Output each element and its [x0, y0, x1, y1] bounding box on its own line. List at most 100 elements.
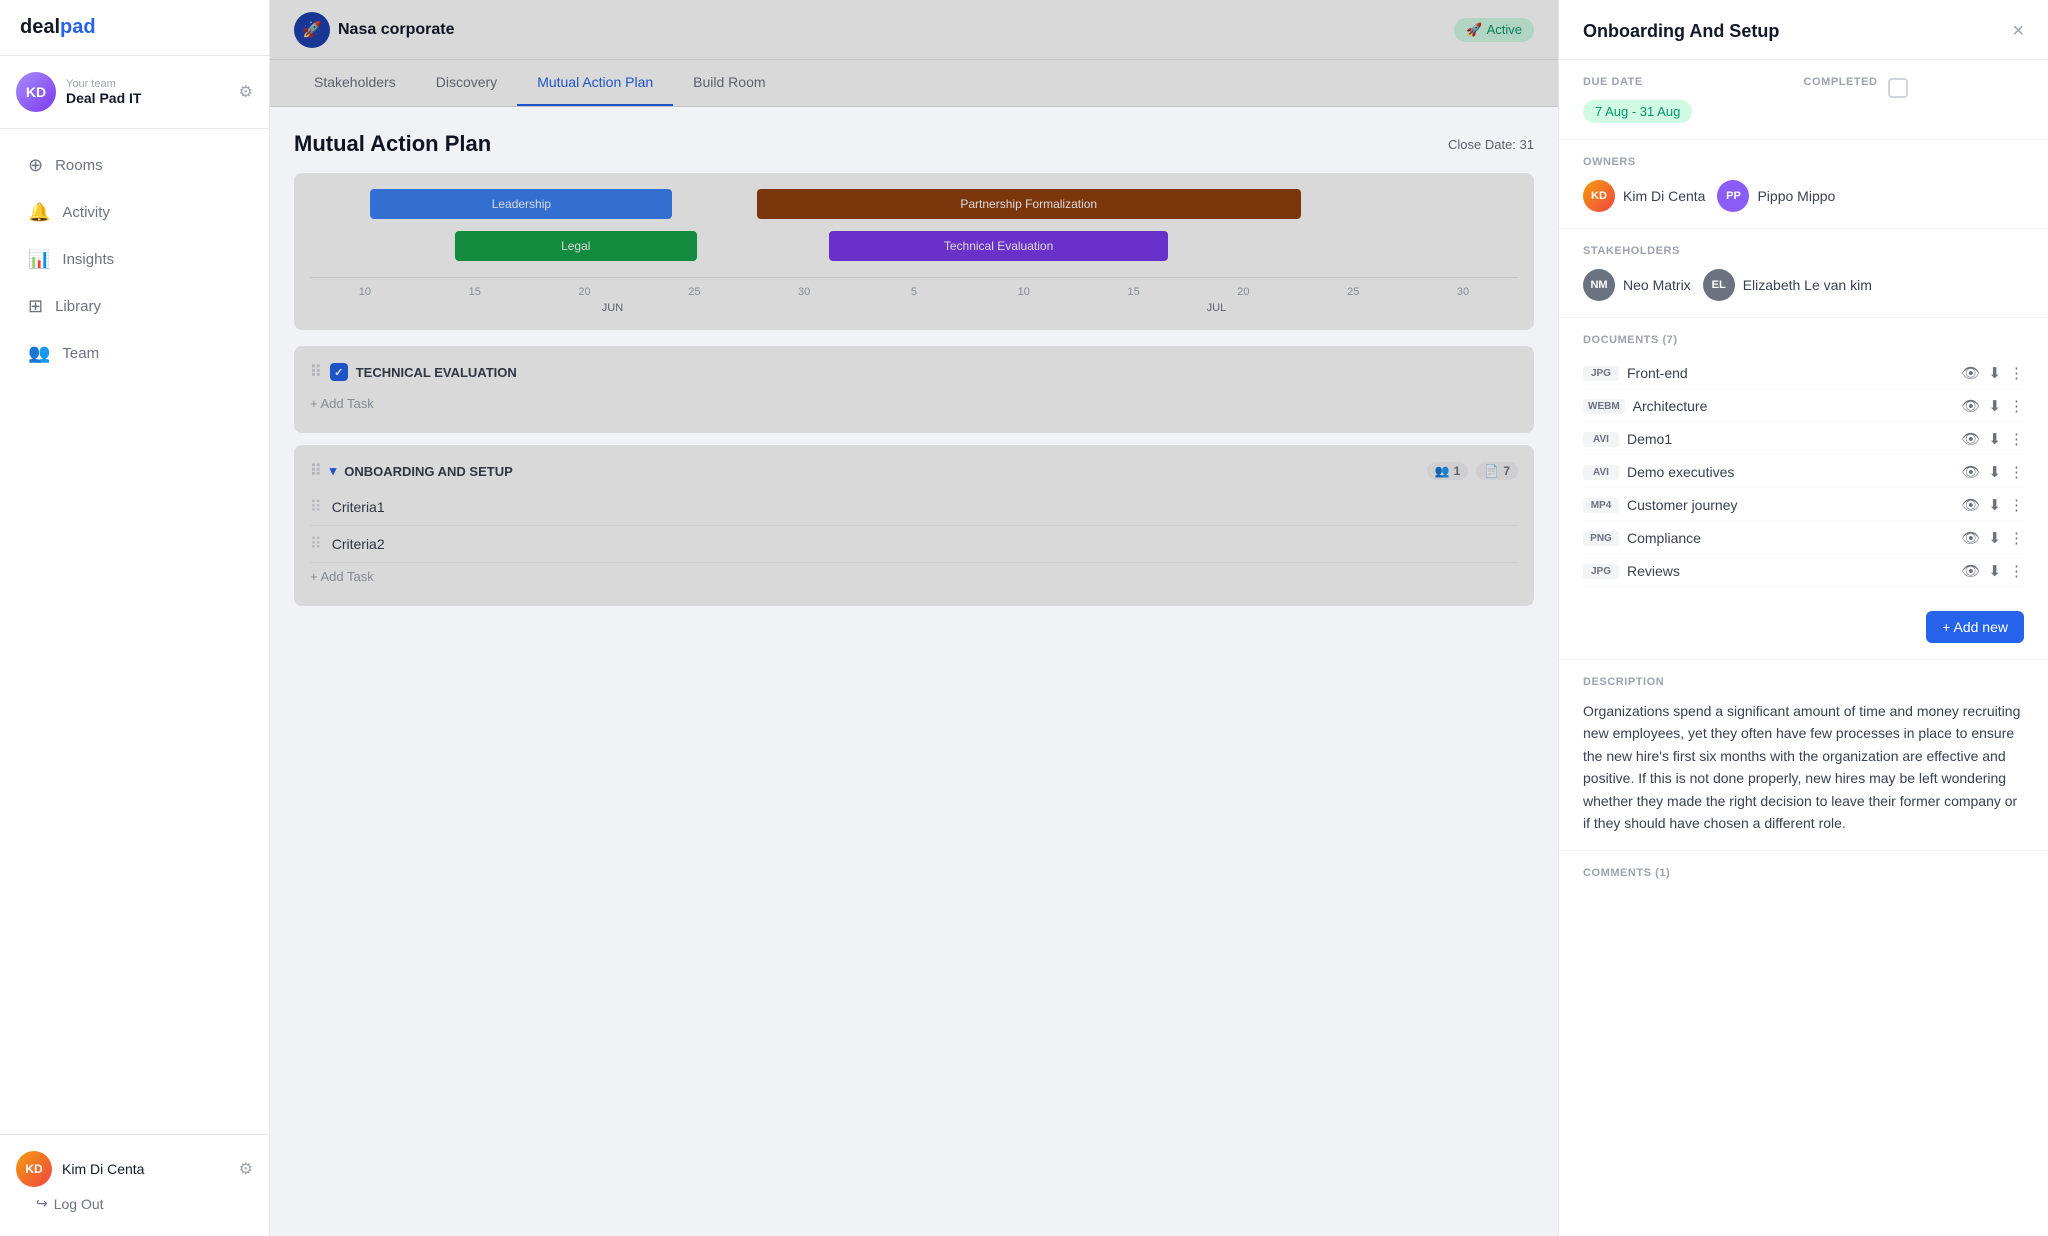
- download-icon[interactable]: ⬇: [1988, 397, 2001, 415]
- sidebar-item-label: Team: [62, 345, 99, 362]
- org-name: Nasa corporate: [338, 21, 455, 39]
- sidebar-item-label: Library: [55, 298, 101, 315]
- download-icon[interactable]: ⬇: [1988, 562, 2001, 580]
- doc-row-architecture: WEBM Architecture 👁 ⬇ ⋮: [1583, 391, 2024, 422]
- more-icon[interactable]: ⋮: [2009, 496, 2024, 514]
- expand-icon[interactable]: ▾: [330, 463, 337, 479]
- topbar: 🚀 Nasa corporate 🚀 Active: [270, 0, 1558, 60]
- documents-label: DOCUMENTS (7): [1583, 334, 2024, 346]
- library-icon: ⊞: [28, 296, 43, 317]
- bar-label: Leadership: [492, 197, 551, 211]
- gantt-bar-technical[interactable]: Technical Evaluation: [829, 231, 1167, 261]
- download-icon[interactable]: ⬇: [1988, 529, 2001, 547]
- doc-type: AVI: [1583, 465, 1619, 480]
- more-icon[interactable]: ⋮: [2009, 562, 2024, 580]
- completed-checkbox[interactable]: [1888, 78, 1908, 98]
- map-header: Mutual Action Plan Close Date: 31: [294, 131, 1534, 157]
- view-icon[interactable]: 👁: [1961, 364, 1980, 382]
- onboarding-title: ONBOARDING AND SETUP: [344, 464, 513, 479]
- add-new-button[interactable]: + Add new: [1926, 611, 2024, 643]
- view-icon[interactable]: 👁: [1961, 397, 1980, 415]
- tab-discovery[interactable]: Discovery: [416, 60, 517, 106]
- docs-icon: 📄: [1484, 464, 1499, 478]
- map-title: Mutual Action Plan: [294, 131, 491, 157]
- doc-row-reviews: JPG Reviews 👁 ⬇ ⋮: [1583, 556, 2024, 587]
- owners-list: KD Kim Di Centa PP Pippo Mippo: [1583, 180, 2024, 212]
- due-date-label: DUE DATE: [1583, 76, 1804, 88]
- tab-build-room[interactable]: Build Room: [673, 60, 785, 106]
- more-icon[interactable]: ⋮: [2009, 430, 2024, 448]
- download-icon[interactable]: ⬇: [1988, 430, 2001, 448]
- team-avatar: KD: [16, 72, 56, 112]
- sidebar-item-rooms[interactable]: ⊕ Rooms: [8, 143, 261, 188]
- documents-list: JPG Front-end 👁 ⬇ ⋮ WEBM Architecture 👁 …: [1583, 358, 2024, 587]
- sidebar-item-insights[interactable]: 📊 Insights: [8, 237, 261, 282]
- doc-name: Architecture: [1633, 398, 1954, 414]
- stakeholder-elizabeth: EL Elizabeth Le van kim: [1703, 269, 1872, 301]
- criteria2-label: Criteria2: [332, 536, 385, 552]
- download-icon[interactable]: ⬇: [1988, 463, 2001, 481]
- owner-kim: KD Kim Di Centa: [1583, 180, 1705, 212]
- owners-badge: 👥 1: [1427, 462, 1469, 480]
- criteria1-label: Criteria1: [332, 499, 385, 515]
- sidebar-item-team[interactable]: 👥 Team: [8, 331, 261, 376]
- doc-name: Reviews: [1627, 563, 1953, 579]
- close-date: Close Date: 31: [1448, 137, 1534, 152]
- doc-row-demo1: AVI Demo1 👁 ⬇ ⋮: [1583, 424, 2024, 455]
- stakeholder-avatar-neo: NM: [1583, 269, 1615, 301]
- rooms-icon: ⊕: [28, 155, 43, 176]
- technical-eval-section: ⠿ ✓ TECHNICAL EVALUATION + Add Task: [294, 346, 1534, 433]
- view-icon[interactable]: 👁: [1961, 430, 1980, 448]
- right-panel: Onboarding And Setup × DUE DATE 7 Aug - …: [1558, 0, 2048, 1236]
- more-icon[interactable]: ⋮: [2009, 364, 2024, 382]
- sidebar-item-activity[interactable]: 🔔 Activity: [8, 190, 261, 235]
- user-avatar: KD: [16, 1151, 52, 1187]
- gantt-bar-leadership[interactable]: Leadership: [370, 189, 672, 219]
- more-icon[interactable]: ⋮: [2009, 463, 2024, 481]
- more-icon[interactable]: ⋮: [2009, 529, 2024, 547]
- add-task-button-1[interactable]: + Add Task: [310, 390, 1518, 417]
- view-icon[interactable]: 👁: [1961, 463, 1980, 481]
- stakeholder-avatar-elizabeth: EL: [1703, 269, 1735, 301]
- comments-label: COMMENTS (1): [1583, 867, 1670, 879]
- due-date-section: DUE DATE 7 Aug - 31 Aug COMPLETED: [1559, 60, 2048, 140]
- content-area: Mutual Action Plan Close Date: 31 Leader…: [270, 107, 1558, 1236]
- more-icon[interactable]: ⋮: [2009, 397, 2024, 415]
- gantt-bar-legal[interactable]: Legal: [455, 231, 697, 261]
- drag-handle-icon-3[interactable]: ⠿: [310, 497, 322, 517]
- tab-mutual-action-plan[interactable]: Mutual Action Plan: [517, 60, 673, 106]
- sidebar-bottom: KD Kim Di Centa ⚙ ↪ Log Out: [0, 1134, 269, 1236]
- download-icon[interactable]: ⬇: [1988, 496, 2001, 514]
- view-icon[interactable]: 👁: [1961, 562, 1980, 580]
- view-icon[interactable]: 👁: [1961, 529, 1980, 547]
- view-icon[interactable]: 👁: [1961, 496, 1980, 514]
- stakeholder-neo: NM Neo Matrix: [1583, 269, 1691, 301]
- doc-name: Compliance: [1627, 530, 1953, 546]
- current-user: KD Kim Di Centa ⚙: [16, 1151, 253, 1187]
- gantt-bar-partnership[interactable]: Partnership Formalization: [757, 189, 1301, 219]
- task-row-criteria1: ⠿ Criteria1: [310, 489, 1518, 526]
- sidebar-item-label: Insights: [62, 251, 114, 268]
- team-settings-icon[interactable]: ⚙: [239, 82, 253, 102]
- drag-handle-icon-2[interactable]: ⠿: [310, 461, 322, 481]
- owners-icon: 👥: [1435, 464, 1450, 478]
- task-checkbox[interactable]: ✓: [330, 363, 348, 381]
- description-text: Organizations spend a significant amount…: [1583, 700, 2024, 834]
- gantt-chart: Leadership Partnership Formalization Leg…: [294, 173, 1534, 330]
- active-badge: 🚀 Active: [1454, 18, 1534, 42]
- task-row-criteria2: ⠿ Criteria2: [310, 526, 1518, 563]
- stakeholder-name-elizabeth: Elizabeth Le van kim: [1743, 277, 1872, 293]
- download-icon[interactable]: ⬇: [1988, 364, 2001, 382]
- owners-count: 1: [1454, 464, 1461, 478]
- drag-handle-icon[interactable]: ⠿: [310, 362, 322, 382]
- app-logo: dealpad: [0, 0, 269, 56]
- owner-name-pippo: Pippo Mippo: [1757, 188, 1835, 204]
- user-settings-icon[interactable]: ⚙: [239, 1159, 253, 1179]
- add-task-button-2[interactable]: + Add Task: [310, 563, 1518, 590]
- logout-button[interactable]: ↪ Log Out: [16, 1187, 253, 1220]
- tab-stakeholders[interactable]: Stakeholders: [294, 60, 416, 106]
- sidebar-item-library[interactable]: ⊞ Library: [8, 284, 261, 329]
- panel-close-icon[interactable]: ×: [2012, 20, 2024, 43]
- doc-name: Demo1: [1627, 431, 1953, 447]
- drag-handle-icon-4[interactable]: ⠿: [310, 534, 322, 554]
